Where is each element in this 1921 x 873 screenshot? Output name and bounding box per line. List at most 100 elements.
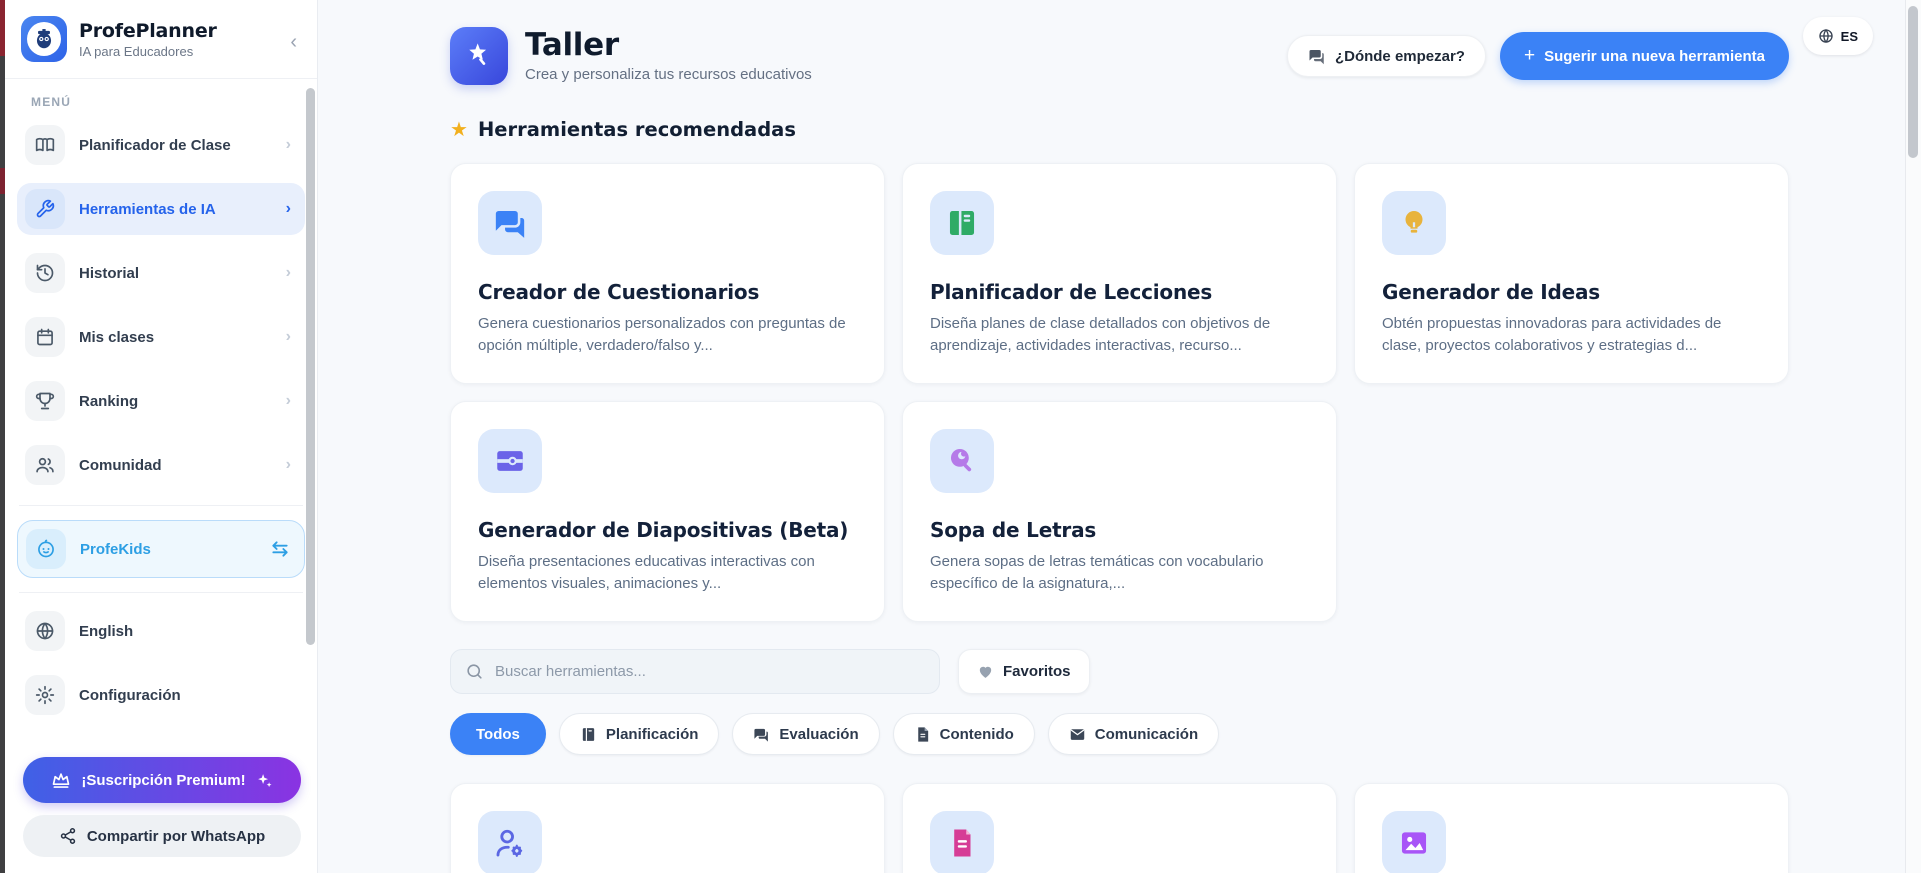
share-nodes-icon (59, 827, 77, 845)
suggest-tool-label: Sugerir una nueva herramienta (1544, 47, 1765, 65)
owl-logo-icon (27, 22, 61, 56)
image-icon (1382, 811, 1446, 873)
sidebar-item-language[interactable]: English (17, 605, 305, 657)
divider (19, 505, 303, 506)
sidebar-item-historial[interactable]: Historial › (17, 247, 305, 299)
where-to-start-label: ¿Dónde empezar? (1334, 47, 1465, 65)
user-gear-icon (478, 811, 542, 873)
star-icon: ★ (450, 119, 468, 141)
users-icon (25, 445, 65, 485)
sidebar-item-mis-clases[interactable]: Mis clases › (17, 311, 305, 363)
mail-icon (1069, 726, 1086, 743)
baby-icon (26, 529, 66, 569)
magnifier-icon (930, 429, 994, 493)
sparkles-icon (256, 772, 273, 789)
history-icon (25, 253, 65, 293)
page-scrollbar-track[interactable] (1905, 0, 1921, 873)
sidebar-scrollbar[interactable] (306, 88, 315, 645)
suggest-tool-button[interactable]: + Sugerir una nueva herramienta (1499, 32, 1789, 80)
globe-icon (1818, 28, 1834, 44)
chevron-right-icon: › (285, 136, 291, 153)
app-identity: ProfePlanner IA para Educadores (79, 20, 217, 59)
sidebar: ProfePlanner IA para Educadores ‹ MENÚ P… (5, 0, 318, 873)
page-header: Taller Crea y personaliza tus recursos e… (450, 0, 1789, 85)
divider (5, 78, 317, 79)
filter-chip-evaluacion[interactable]: Evaluación (732, 713, 880, 755)
sidebar-item-herramientas-de-ia[interactable]: Herramientas de IA › (17, 183, 305, 235)
sidebar-item-ranking[interactable]: Ranking › (17, 375, 305, 427)
sidebar-item-label: English (79, 622, 134, 640)
search-input[interactable] (450, 649, 940, 694)
filter-chip-todos[interactable]: Todos (450, 713, 546, 755)
sidebar-item-planificador-de-clase[interactable]: Planificador de Clase › (17, 119, 305, 171)
tool-card-sopa-de-letras[interactable]: Sopa de Letras Genera sopas de letras te… (902, 401, 1337, 622)
recommended-section-header: ★ Herramientas recomendadas (450, 117, 1789, 142)
search-box (450, 649, 940, 694)
filter-chip-comunicacion[interactable]: Comunicación (1047, 713, 1220, 755)
filter-chip-planificacion[interactable]: Planificación (558, 713, 720, 755)
sidebar-header: ProfePlanner IA para Educadores ‹ (5, 0, 317, 76)
sidebar-collapse-icon[interactable]: ‹ (290, 32, 297, 52)
magic-wand-star-icon (450, 27, 508, 85)
chevron-right-icon: › (285, 200, 291, 217)
sidebar-item-label: Planificador de Clase (79, 136, 231, 154)
tool-card-description: Diseña planes de clase detallados con ob… (930, 315, 1271, 354)
filter-chip-contenido[interactable]: Contenido (892, 713, 1035, 755)
tool-card-generador-de-ideas[interactable]: Generador de Ideas Obtén propuestas inno… (1354, 163, 1789, 384)
swap-arrows-icon (270, 539, 290, 559)
filter-chip-label: Contenido (939, 725, 1014, 743)
tool-card-description: Genera cuestionarios personalizados con … (478, 315, 846, 354)
divider (19, 592, 303, 593)
favorites-button[interactable]: Favoritos (958, 649, 1090, 694)
chevron-right-icon: › (285, 328, 291, 345)
sidebar-item-profekids[interactable]: ProfeKids (17, 520, 305, 578)
where-to-start-button[interactable]: ¿Dónde empezar? (1286, 35, 1486, 77)
tool-card-partial[interactable] (1354, 783, 1789, 873)
calendar-icon (25, 317, 65, 357)
tool-card-creador-de-cuestionarios[interactable]: Creador de Cuestionarios Genera cuestion… (450, 163, 885, 384)
sidebar-item-label: Ranking (79, 392, 139, 410)
sidebar-item-label: Herramientas de IA (79, 200, 216, 218)
tool-card-title: Planificador de Lecciones (930, 280, 1213, 304)
filter-chip-label: Comunicación (1094, 725, 1199, 743)
tool-card-generador-de-diapositivas[interactable]: Generador de Diapositivas (Beta) Diseña … (450, 401, 885, 622)
gear-icon (25, 675, 65, 715)
wrench-icon (25, 189, 65, 229)
sidebar-item-label: Configuración (79, 686, 181, 704)
crown-icon (51, 770, 71, 790)
chat-bubbles-icon (478, 191, 542, 255)
tool-card-title: Sopa de Letras (930, 518, 1097, 542)
tool-card-partial[interactable] (902, 783, 1337, 873)
favorites-label: Favoritos (1003, 663, 1071, 680)
tool-card-partial[interactable] (450, 783, 885, 873)
file-text-icon (914, 726, 931, 743)
sidebar-item-label: Comunidad (79, 456, 162, 474)
share-whatsapp-button[interactable]: Compartir por WhatsApp (23, 815, 301, 857)
tool-card-title: Generador de Ideas (1382, 280, 1600, 304)
page-title-group: Taller Crea y personaliza tus recursos e… (525, 29, 812, 84)
premium-subscription-button[interactable]: ¡Suscripción Premium! (23, 757, 301, 803)
language-badge[interactable]: ES (1802, 17, 1873, 55)
slides-icon (478, 429, 542, 493)
sidebar-item-configuracion[interactable]: Configuración (17, 669, 305, 721)
recommended-cards-grid: Creador de Cuestionarios Genera cuestion… (450, 163, 1789, 622)
whatsapp-button-label: Compartir por WhatsApp (86, 827, 266, 845)
sidebar-item-comunidad[interactable]: Comunidad › (17, 439, 305, 491)
globe-icon (25, 611, 65, 651)
search-row: Favoritos (450, 649, 1789, 694)
tool-card-description: Diseña presentaciones educativas interac… (478, 553, 815, 592)
all-tools-grid (450, 783, 1789, 873)
page-title: Taller (525, 26, 619, 63)
heart-icon (977, 663, 994, 680)
tool-card-planificador-de-lecciones[interactable]: Planificador de Lecciones Diseña planes … (902, 163, 1337, 384)
page-content: Taller Crea y personaliza tus recursos e… (450, 0, 1789, 873)
plus-icon: + (1523, 44, 1536, 66)
book-icon (25, 125, 65, 165)
page-scrollbar-thumb[interactable] (1908, 6, 1918, 158)
category-filter-bar: Todos Planificación Evaluación Contenido… (450, 713, 1789, 755)
tool-card-description: Obtén propuestas innovadoras para activi… (1382, 315, 1722, 354)
chat-bubbles-icon (753, 726, 770, 743)
chevron-right-icon: › (285, 392, 291, 409)
chat-bubbles-icon (1308, 47, 1326, 65)
chevron-right-icon: › (285, 264, 291, 281)
